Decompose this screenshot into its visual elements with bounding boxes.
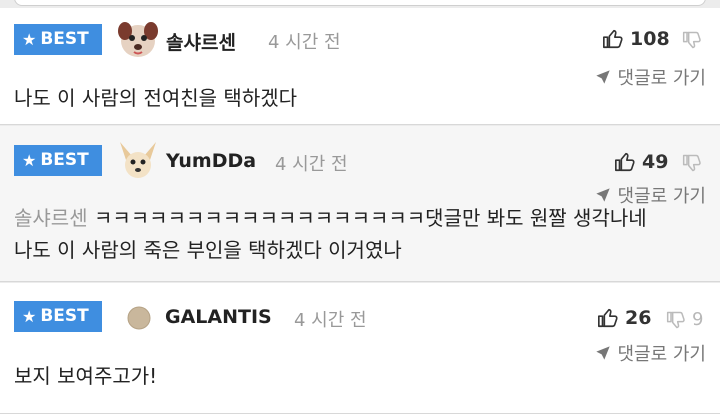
- best-badge: ★ BEST: [14, 301, 102, 332]
- like-count: 108: [630, 28, 670, 50]
- like-count: 26: [625, 307, 652, 329]
- dislike-button[interactable]: [682, 30, 708, 50]
- reply-link-label: 댓글로 가기: [617, 68, 706, 89]
- dislike-count: 9: [692, 309, 704, 330]
- send-arrow-icon: [596, 346, 611, 360]
- comment-nickname[interactable]: YumDDa: [166, 150, 256, 172]
- avatar-dog[interactable]: [116, 17, 160, 61]
- comment-nickname[interactable]: GALANTIS: [165, 306, 272, 328]
- dislike-button[interactable]: [682, 153, 708, 173]
- best-badge-label: BEST: [40, 306, 89, 326]
- thumbs-down-icon: [682, 31, 701, 49]
- best-badge: ★ BEST: [14, 145, 102, 176]
- quoted-user[interactable]: 솔샤르센: [14, 206, 88, 230]
- comment-item: ★ BEST 솔샤르센 4 시간 전 108 댓글로 가기 나도 이 사람의 전…: [0, 8, 720, 125]
- like-button[interactable]: 108: [602, 28, 670, 50]
- reply-link-label: 댓글로 가기: [617, 344, 706, 365]
- comment-time: 4 시간 전: [294, 310, 367, 331]
- best-badge-label: BEST: [40, 150, 89, 170]
- like-button[interactable]: 49: [614, 151, 668, 173]
- comment-nickname[interactable]: 솔샤르센: [166, 28, 236, 55]
- thumbs-up-icon: [603, 29, 623, 49]
- comment-time: 4 시간 전: [268, 32, 341, 53]
- thumbs-down-icon: [682, 154, 701, 172]
- previous-card-edge: [0, 0, 720, 8]
- best-badge: ★ BEST: [14, 24, 102, 55]
- avatar-default[interactable]: [127, 306, 151, 330]
- thumbs-down-icon: [666, 311, 685, 328]
- star-icon: ★: [22, 151, 37, 170]
- reply-link[interactable]: 댓글로 가기: [595, 340, 706, 366]
- comment-item: ★ BEST GALANTIS 4 시간 전 26 9 댓글로 가기 보지 보여…: [0, 283, 720, 414]
- like-count: 49: [642, 151, 669, 173]
- thumbs-up-icon: [598, 308, 618, 328]
- send-arrow-icon: [596, 70, 611, 84]
- star-icon: ★: [22, 30, 37, 49]
- dislike-button[interactable]: 9: [666, 309, 703, 330]
- comment-text: 솔샤르센 ㅋㅋㅋㅋㅋㅋㅋㅋㅋㅋㅋㅋㅋㅋㅋㅋㅋㅋ댓글만 봐도 원짤 생각나네 나도…: [14, 202, 647, 266]
- comment-text-line1: ㅋㅋㅋㅋㅋㅋㅋㅋㅋㅋㅋㅋㅋㅋㅋㅋㅋㅋ댓글만 봐도 원짤 생각나네: [93, 206, 647, 230]
- star-icon: ★: [22, 307, 37, 326]
- comment-text-line2: 나도 이 사람의 죽은 부인을 택하겠다 이거였나: [14, 238, 402, 262]
- send-arrow-icon: [596, 188, 611, 202]
- reply-link[interactable]: 댓글로 가기: [595, 64, 706, 90]
- best-badge-label: BEST: [40, 29, 89, 49]
- like-button[interactable]: 26: [597, 307, 651, 329]
- comment-text: 나도 이 사람의 전여친을 택하겠다: [14, 86, 298, 110]
- comment-time: 4 시간 전: [275, 154, 348, 175]
- comment-text: 보지 보여주고가!: [14, 364, 158, 388]
- comment-item: ★ BEST YumDDa 4 시간 전 49 댓글로 가기 솔샤르센 ㅋㅋㅋㅋ…: [0, 126, 720, 282]
- avatar-chihuahua[interactable]: [116, 138, 160, 182]
- thumbs-up-icon: [615, 152, 635, 172]
